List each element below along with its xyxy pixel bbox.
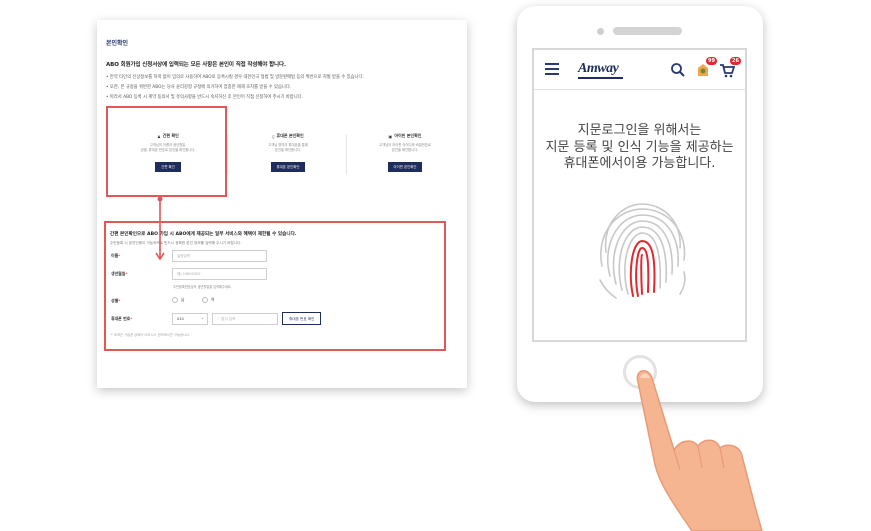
form-subheading: 주민등록 시 본인인증이 가능하므로 반드시 정확한 본인 정보를 입력해 주시… [110, 241, 242, 245]
chevron-down-icon: ⌄ [201, 316, 204, 320]
logo-underline [578, 77, 623, 79]
option-ipin: ▣ 아이핀 본인확인 고객님의 아이핀 아이디와 비밀번호로 본인을 확인합니다. … [350, 133, 460, 172]
phone-verify-button[interactable]: 휴대폰 본인확인 [270, 162, 306, 172]
camera-icon [597, 28, 604, 35]
birthdate-input[interactable]: 예) 19800320 [172, 268, 267, 280]
gender-male-radio[interactable]: 남 [172, 297, 185, 303]
wishlist-count-badge: 99 [706, 57, 717, 65]
option-phone: ▯ 휴대폰 본인확인 고객님 명의의 휴대폰을 통해 본인을 확인합니다. 휴대폰 … [233, 133, 343, 172]
message-line: 지문로그인을 위해서는 [577, 123, 702, 138]
fingerprint-icon [599, 203, 686, 299]
amway-logo[interactable]: Amway [578, 61, 619, 77]
divider [227, 135, 228, 175]
speaker-icon [613, 27, 682, 35]
option-desc: 본인을 확인합니다. [274, 148, 302, 152]
birth-hint: 주민등록번호상의 생년월일을 입력해주세요. [173, 285, 232, 289]
message-line: 지문 등록 및 인식 기능을 제공하는 [545, 139, 734, 155]
gender-label: 성별* [111, 298, 121, 303]
wishlist-icon[interactable]: 99 [695, 57, 717, 78]
phone-label: 휴대폰 번호* [111, 316, 133, 321]
form-heading: 간편 본인확인으로 ABO 가입 시 ABO에게 제공되는 일부 서비스와 혜택… [110, 232, 297, 237]
notice-item: • 따라서 ABO 등록 시 계약 동의서 및 유의사항을 반드시 숙지하신 후… [106, 95, 304, 100]
smartphone: Amway 99 26 지문로그인을 위해서는 지문 등록 및 인식 기능을 제… [517, 6, 763, 402]
cart-icon[interactable]: 26 [719, 57, 741, 78]
notice-item: • 또한, 본 규정을 위반한 ABO는 당사 윤리강령 규정에 의거하여 엄중… [106, 85, 292, 90]
hamburger-menu-icon[interactable] [545, 63, 559, 75]
gender-female-radio[interactable]: 여 [202, 297, 215, 303]
foreigner-note: * 외국인 가입은 암웨이 비즈니스 센터에서만 가능합니다. [111, 333, 190, 337]
birth-label: 생년월일* [111, 271, 128, 276]
pointing-hand-icon [636, 370, 763, 531]
message-line: 휴대폰에서이용 가능합니다. [563, 156, 716, 171]
page-heading: ABO 회원가입 신청서상에 입력되는 모든 사항은 본인이 직접 작성해야 합… [106, 62, 286, 68]
name-input[interactable]: 실명입력 [172, 250, 267, 262]
search-icon[interactable] [670, 62, 686, 78]
notice-item: • 만약 타인의 신상정보를 허락 없이 임의로 사용하여 ABO로 등록시킬 … [106, 75, 364, 80]
phone-number-input[interactable]: '-' 없이 입력 [212, 313, 278, 325]
phone-screen: Amway 99 26 지문로그인을 위해서는 지문 등록 및 인식 기능을 제… [532, 48, 747, 342]
app-header: Amway 99 26 [534, 50, 745, 90]
highlight-simple-option [106, 106, 227, 197]
ipin-verify-button[interactable]: 아이핀 본인확인 [387, 162, 423, 172]
fingerprint-message: 지문로그인을 위해서는 지문 등록 및 인식 기능을 제공하는 휴대폰에서이용 … [534, 123, 745, 173]
option-title: 아이핀 본인확인 [394, 133, 422, 138]
ipin-icon: ▣ [388, 133, 393, 139]
option-desc: 본인을 확인합니다. [391, 148, 419, 152]
cart-count-badge: 26 [730, 57, 741, 65]
phone-prefix-select[interactable]: 010 ⌄ [172, 313, 208, 325]
page-title: 본인확인 [106, 40, 129, 47]
phone-confirm-button[interactable]: 휴대폰 번호 확인 [282, 312, 322, 325]
name-label: 이름* [111, 253, 121, 258]
mobile-icon: ▯ [272, 133, 275, 139]
divider [346, 135, 347, 175]
option-title: 휴대폰 본인확인 [276, 133, 304, 138]
notice-list: • 만약 타인의 신상정보를 허락 없이 임의로 사용하여 ABO로 등록시킬 … [106, 73, 364, 103]
